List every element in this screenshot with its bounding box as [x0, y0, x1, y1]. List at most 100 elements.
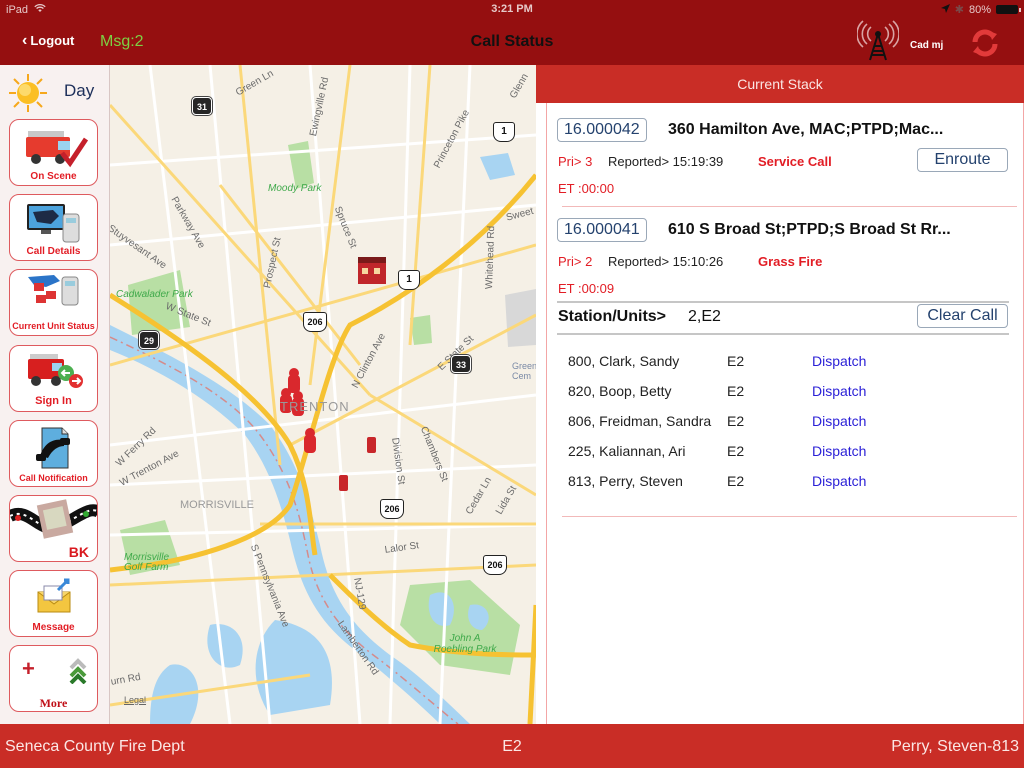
station-units-label: Station/Units> — [558, 308, 667, 325]
truck-signin-icon — [27, 354, 83, 388]
footer-unit: E2 — [502, 738, 522, 755]
unit-member-name: 813, Perry, Steven — [568, 473, 683, 489]
route-shield: 206 — [483, 555, 507, 575]
route-shield: 206 — [380, 499, 404, 519]
route-shield: 206 — [303, 312, 327, 332]
dispatch-link[interactable]: Dispatch — [812, 353, 866, 369]
route-shield: 31 — [192, 97, 212, 115]
envelope-icon — [37, 578, 70, 613]
battery-percent: 80% — [968, 3, 991, 16]
more-button[interactable]: + More — [9, 645, 98, 712]
on-scene-button[interactable]: On Scene — [9, 119, 98, 186]
divider — [562, 206, 1017, 207]
bluetooth-icon: ✱ — [954, 4, 964, 16]
map-canvas — [110, 65, 536, 724]
footer-user: Perry, Steven-813 — [891, 738, 1019, 755]
city-label: MORRISVILLE — [180, 499, 254, 511]
unit-row: 820, Boop, Betty E2 Dispatch — [547, 383, 1007, 413]
unit-code: E2 — [727, 413, 745, 429]
location-arrow-icon — [940, 3, 950, 16]
message-label: Message — [32, 622, 75, 633]
monitor-phone-icon — [26, 204, 79, 243]
call-address: 610 S Broad St;PTPD;S Broad St Rr... — [668, 221, 951, 238]
cad-user-label: Cad mj — [910, 40, 944, 51]
call-elapsed-time: ET :00:09 — [558, 281, 615, 296]
refresh-icon[interactable] — [970, 28, 1000, 58]
route-shield: 29 — [139, 331, 159, 349]
station-units-value: 2,E2 — [688, 308, 721, 325]
call-address: 360 Hamilton Ave, MAC;PTPD;Mac... — [668, 121, 944, 138]
call-elapsed-time: ET :00:00 — [558, 181, 615, 196]
sidebar: Day On Scene Call Details Current Unit S… — [0, 65, 110, 724]
unit-row: 806, Freidman, Sandra E2 Dispatch — [547, 413, 1007, 443]
chevrons-up-icon — [69, 658, 87, 684]
sign-in-button[interactable]: Sign In — [9, 345, 98, 412]
call-stack-list: 16.000042 360 Hamilton Ave, MAC;PTPD;Mac… — [546, 103, 1024, 724]
message-button[interactable]: Message — [9, 570, 98, 637]
call-notification-label: Call Notification — [19, 473, 88, 483]
divider — [562, 516, 1017, 517]
call-type: Service Call — [758, 154, 832, 169]
unit-row: 225, Kaliannan, Ari E2 Dispatch — [547, 443, 1007, 473]
map-view[interactable]: Green Ln Ewingville Rd Princeton Pike Gl… — [110, 65, 536, 724]
call-notification-button[interactable]: Call Notification — [9, 420, 98, 487]
top-bar: iPad 3:21 PM ✱ 80% ‹ Logout Msg:2 Call S… — [0, 0, 1024, 65]
unit-member-name: 820, Boop, Betty — [568, 383, 672, 399]
radio-tower-icon[interactable] — [856, 19, 900, 61]
map-label: Green Cem — [512, 361, 536, 381]
unit-status-icon — [27, 275, 78, 306]
unit-code: E2 — [727, 383, 745, 399]
battery-icon — [996, 5, 1021, 14]
sign-in-label: Sign In — [35, 395, 72, 407]
divider — [557, 301, 1009, 303]
current-unit-status-button[interactable]: Current Unit Status — [9, 269, 98, 336]
park-area — [288, 141, 314, 189]
unit-member-name: 800, Clark, Sandy — [568, 353, 680, 369]
bk-button[interactable]: BK — [9, 495, 98, 562]
divider — [557, 333, 1009, 335]
bk-label: BK — [68, 544, 89, 560]
call-reported-time: Reported> 15:19:39 — [608, 154, 724, 169]
fire-station-marker — [358, 257, 386, 284]
map-label: Whitehead Rd — [484, 225, 498, 290]
dispatch-link[interactable]: Dispatch — [812, 443, 866, 459]
unit-code: E2 — [727, 473, 745, 489]
call-details-button[interactable]: Call Details — [9, 194, 98, 261]
footer-bar: Seneca County Fire Dept E2 Perry, Steven… — [0, 724, 1024, 768]
park-label: John A Roebling Park — [433, 633, 497, 655]
route-shield: 1 — [493, 122, 515, 142]
map-legal-link[interactable]: Legal — [124, 695, 146, 705]
route-shield: 33 — [451, 355, 471, 373]
on-scene-label: On Scene — [30, 171, 77, 182]
park-area — [400, 580, 520, 675]
current-stack-panel: Current Stack 16.000042 360 Hamilton Ave… — [536, 65, 1024, 724]
status-bar-right: ✱ 80% — [940, 3, 1021, 16]
sun-icon — [9, 74, 47, 112]
fire-truck-check-icon — [25, 131, 88, 168]
plus-icon: + — [22, 656, 35, 681]
unit-member-name: 806, Freidman, Sandra — [568, 413, 712, 429]
park-label: Moody Park — [268, 183, 322, 194]
status-time: 3:21 PM — [491, 3, 533, 15]
call-id-button[interactable]: 16.000042 — [557, 118, 647, 142]
city-label: TRENTON — [280, 399, 350, 414]
clear-call-button[interactable]: Clear Call — [917, 304, 1008, 328]
dispatch-link[interactable]: Dispatch — [812, 383, 866, 399]
phone-notification-icon — [35, 427, 70, 469]
call-details-label: Call Details — [26, 246, 81, 257]
unit-member-name: 225, Kaliannan, Ari — [568, 443, 686, 459]
call-reported-time: Reported> 15:10:26 — [608, 254, 724, 269]
call-id-button[interactable]: 16.000041 — [557, 218, 647, 242]
enroute-button[interactable]: Enroute — [917, 148, 1008, 172]
unit-row: 800, Clark, Sandy E2 Dispatch — [547, 353, 1007, 383]
day-night-toggle[interactable]: Day — [6, 71, 106, 112]
call-priority: Pri> 3 — [558, 154, 593, 169]
park-label: Cadwalader Park — [116, 289, 193, 300]
dispatch-link[interactable]: Dispatch — [812, 413, 866, 429]
call-type: Grass Fire — [758, 254, 823, 269]
dispatch-link[interactable]: Dispatch — [812, 473, 866, 489]
current-unit-status-label: Current Unit Status — [12, 321, 95, 331]
more-label: More — [39, 696, 68, 710]
park-label: Morrisville Golf Farm — [124, 552, 169, 573]
unit-row: 813, Perry, Steven E2 Dispatch — [547, 473, 1007, 503]
